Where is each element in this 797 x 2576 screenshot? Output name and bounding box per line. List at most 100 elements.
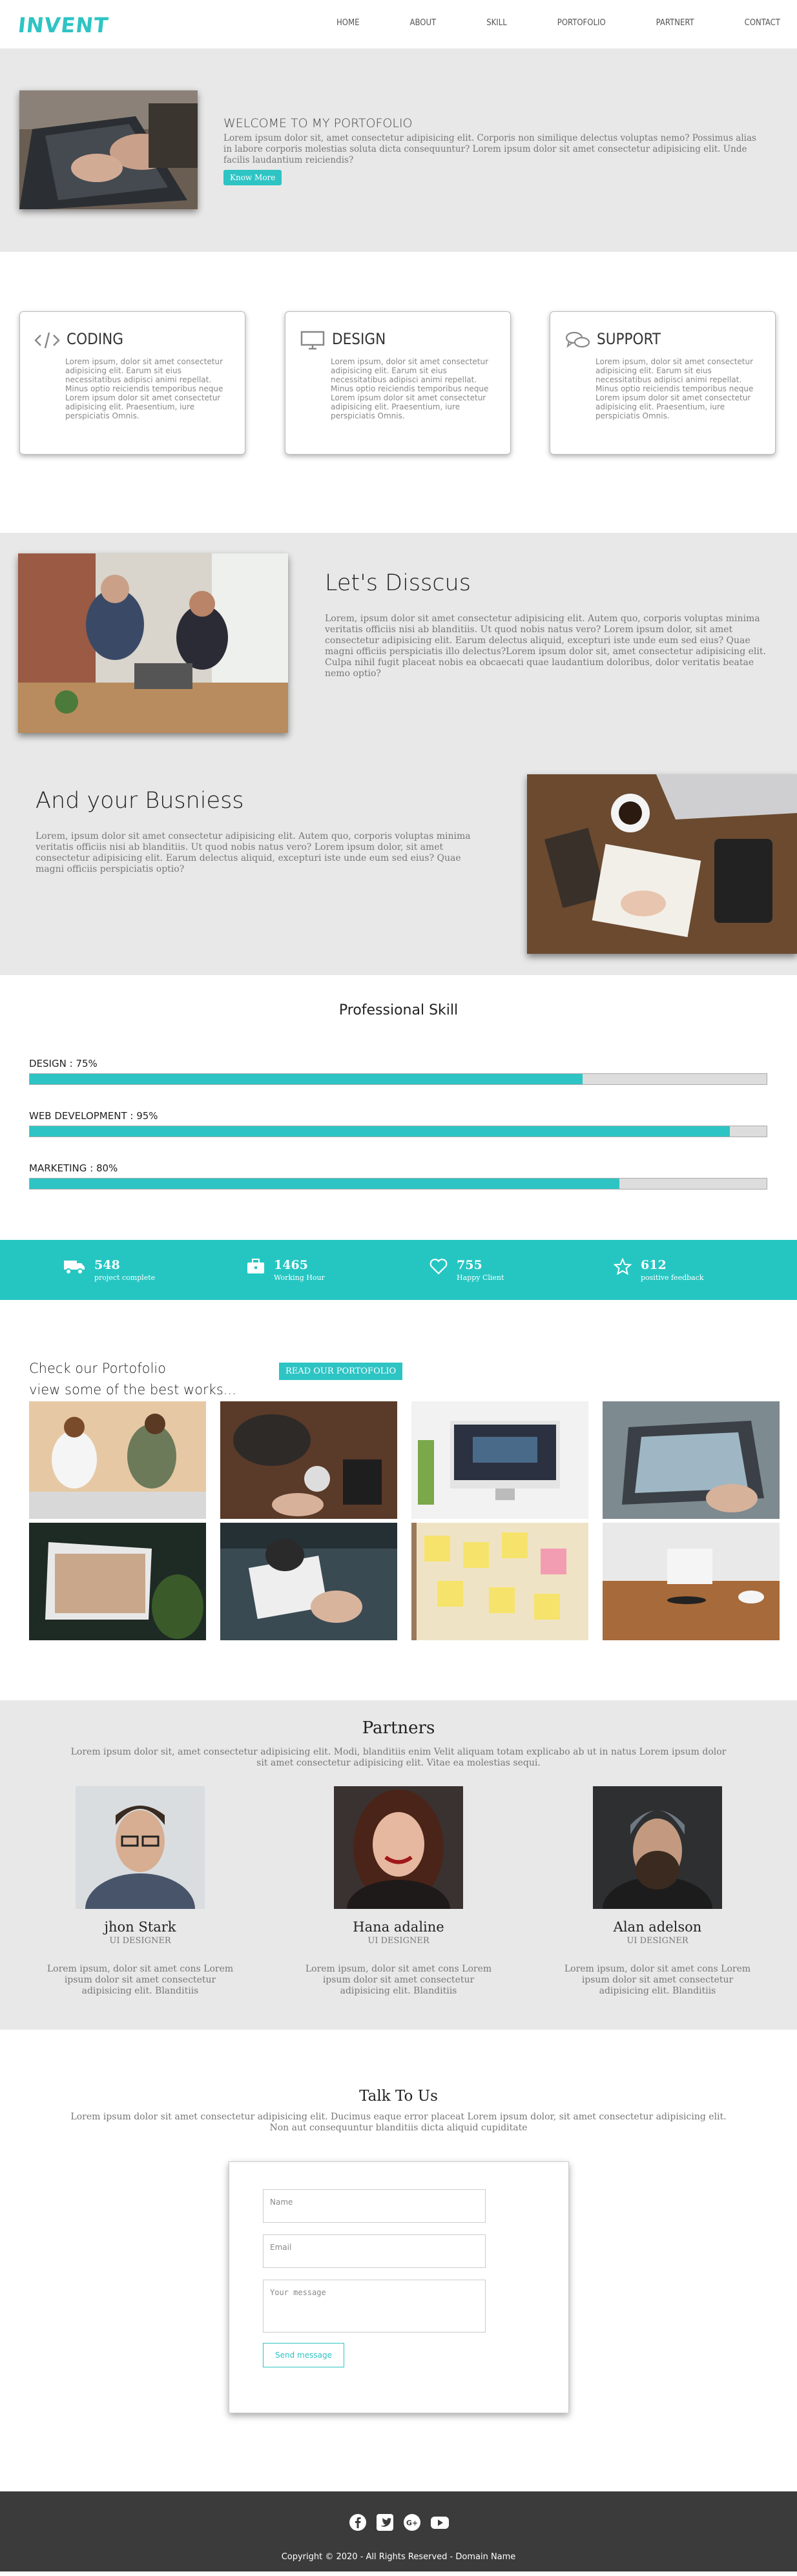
truck-icon xyxy=(63,1258,85,1277)
portfolio-item[interactable] xyxy=(220,1401,397,1519)
stat-label: positive feedback xyxy=(641,1273,704,1282)
hero-laptop-image xyxy=(19,90,198,209)
portfolio-grid xyxy=(29,1401,781,1640)
stats-band: 548 project complete 1465 Working Hour 755… xyxy=(0,1240,797,1300)
service-card-support: SUPPORT Lorem ipsum, dolor sit amet cons… xyxy=(550,311,776,455)
business-desk-image xyxy=(527,774,797,954)
monitor-icon xyxy=(300,330,326,351)
hero-title: WELCOME TO MY PORTOFOLIO xyxy=(223,116,413,130)
stat-feedback: 612 positive feedback xyxy=(613,1257,704,1282)
avatar xyxy=(76,1786,205,1909)
nav-link-contact[interactable]: CONTACT xyxy=(745,18,780,28)
service-body: Lorem ipsum, dolor sit amet consectetur … xyxy=(331,357,489,420)
portfolio-item[interactable] xyxy=(411,1401,588,1519)
star-icon xyxy=(613,1257,632,1277)
partner-role: UI DESIGNER xyxy=(367,1936,430,1946)
stat-label: project complete xyxy=(94,1273,156,1282)
stat-hours: 1465 Working Hour xyxy=(247,1258,325,1282)
portfolio-section: Check our Portofolio view some of the be… xyxy=(0,1300,797,1700)
stat-projects: 548 project complete xyxy=(63,1258,155,1282)
nav-link-about[interactable]: ABOUT xyxy=(409,18,436,28)
partner-name: Alan adelson xyxy=(613,1919,702,1935)
facebook-icon[interactable] xyxy=(349,2513,367,2531)
partner-body: Lorem ipsum, dolor sit amet cons Lorem i… xyxy=(564,1964,751,1996)
service-body: Lorem ipsum, dolor sit amet consectetur … xyxy=(595,357,754,420)
contact-section: Talk To Us Lorem ipsum dolor sit amet co… xyxy=(0,2030,797,2491)
portfolio-title: Check our Portofolio xyxy=(29,1361,166,1376)
service-title: SUPPORT xyxy=(597,330,661,348)
partner-card: jhon Stark UI DESIGNER Lorem ipsum, dolo… xyxy=(34,1786,247,1997)
stat-number: 612 xyxy=(641,1258,667,1272)
navbar: INVENT HOME ABOUT SKILL PORTOFOLIO PARTN… xyxy=(0,0,797,48)
footer: G+ Copyright © 2020 - All Rights Reserve… xyxy=(0,2491,797,2571)
youtube-icon[interactable] xyxy=(430,2513,449,2531)
partners-subtitle: Lorem ipsum dolor sit, amet consectetur … xyxy=(70,1747,727,1768)
nav-link-partnert[interactable]: PARTNERT xyxy=(656,18,694,28)
skill-design: DESIGN : 75% xyxy=(29,1058,767,1085)
nav-link-home[interactable]: HOME xyxy=(336,18,359,28)
nav-links: HOME ABOUT SKILL PORTOFOLIO PARTNERT CON… xyxy=(286,18,780,28)
logo[interactable]: INVENT xyxy=(17,13,110,37)
portfolio-item[interactable] xyxy=(29,1523,206,1640)
avatar xyxy=(593,1786,722,1909)
portfolio-item[interactable] xyxy=(603,1401,780,1519)
hero-text: WELCOME TO MY PORTOFOLIO Lorem ipsum dol… xyxy=(223,116,760,185)
services-section: CODING Lorem ipsum, dolor sit amet conse… xyxy=(0,252,797,533)
nav-link-skill[interactable]: SKILL xyxy=(486,18,507,28)
discuss-body: Lorem, ipsum dolor sit amet consectetur … xyxy=(325,613,766,679)
google-plus-icon[interactable]: G+ xyxy=(403,2513,421,2531)
skill-progress-fill xyxy=(30,1074,583,1084)
skill-progress-bar xyxy=(29,1178,767,1190)
briefcase-icon xyxy=(247,1258,265,1277)
stat-number: 548 xyxy=(94,1258,120,1272)
read-portfolio-button[interactable]: READ OUR PORTOFOLIO xyxy=(279,1363,403,1380)
svg-text:G+: G+ xyxy=(406,2519,418,2528)
business-title: And your Busniess xyxy=(36,788,244,814)
name-field[interactable]: Name xyxy=(263,2189,486,2223)
portfolio-item[interactable] xyxy=(220,1523,397,1640)
partner-card: Alan adelson UI DESIGNER Lorem ipsum, do… xyxy=(551,1786,764,1997)
email-field[interactable]: Email xyxy=(263,2234,486,2268)
partner-name: Hana adaline xyxy=(353,1919,444,1935)
portfolio-heading: Check our Portofolio view some of the be… xyxy=(29,1358,236,1401)
contact-title: Talk To Us xyxy=(359,2088,438,2105)
stat-label: Happy Client xyxy=(457,1273,504,1282)
social-links: G+ xyxy=(0,2513,797,2531)
hero-section: WELCOME TO MY PORTOFOLIO Lorem ipsum dol… xyxy=(0,48,797,252)
send-message-button[interactable]: Send message xyxy=(263,2343,344,2367)
discuss-section: Let's Disscus Lorem, ipsum dolor sit ame… xyxy=(0,533,797,975)
stat-number: 1465 xyxy=(274,1258,308,1272)
message-field[interactable]: Your message xyxy=(263,2280,486,2333)
know-more-button[interactable]: Know More xyxy=(223,170,282,185)
service-title: DESIGN xyxy=(332,330,386,348)
skills-section: Professional Skill DESIGN : 75% WEB DEVE… xyxy=(0,975,797,1240)
portfolio-item[interactable] xyxy=(29,1401,206,1519)
skills-title: Professional Skill xyxy=(338,1002,459,1018)
nav-link-portofolio[interactable]: PORTOFOLIO xyxy=(557,18,606,28)
stat-label: Working Hour xyxy=(274,1273,325,1282)
partner-body: Lorem ipsum, dolor sit amet cons Lorem i… xyxy=(305,1964,492,1996)
discuss-title: Let's Disscus xyxy=(325,570,471,596)
service-card-coding: CODING Lorem ipsum, dolor sit amet conse… xyxy=(19,311,245,455)
portfolio-item[interactable] xyxy=(603,1523,780,1640)
partner-role: UI DESIGNER xyxy=(109,1936,171,1946)
twitter-icon[interactable] xyxy=(376,2513,394,2531)
skill-label: MARKETING : 80% xyxy=(29,1162,118,1174)
skill-label: DESIGN : 75% xyxy=(29,1058,98,1069)
portfolio-item[interactable] xyxy=(411,1523,588,1640)
partners-section: Partners Lorem ipsum dolor sit, amet con… xyxy=(0,1700,797,2030)
contact-subtitle: Lorem ipsum dolor sit amet consectetur a… xyxy=(70,2112,727,2133)
partner-name: jhon Stark xyxy=(104,1919,176,1935)
skill-label: WEB DEVELOPMENT : 95% xyxy=(29,1110,158,1122)
stat-number: 755 xyxy=(457,1258,482,1272)
copyright-text: Copyright © 2020 - All Rights Reserved -… xyxy=(281,2552,516,2562)
skill-progress-bar xyxy=(29,1073,767,1085)
skill-marketing: MARKETING : 80% xyxy=(29,1162,767,1190)
portfolio-subtitle: view some of the best works... xyxy=(29,1382,236,1397)
hero-body: Lorem ipsum dolor sit, amet consectetur … xyxy=(223,133,756,165)
partners-title: Partners xyxy=(362,1718,435,1738)
partner-role: UI DESIGNER xyxy=(626,1936,688,1946)
chat-icon xyxy=(564,330,590,351)
contact-form: Name Email Your message Send message xyxy=(229,2161,569,2413)
stat-clients: 755 Happy Client xyxy=(430,1258,504,1282)
